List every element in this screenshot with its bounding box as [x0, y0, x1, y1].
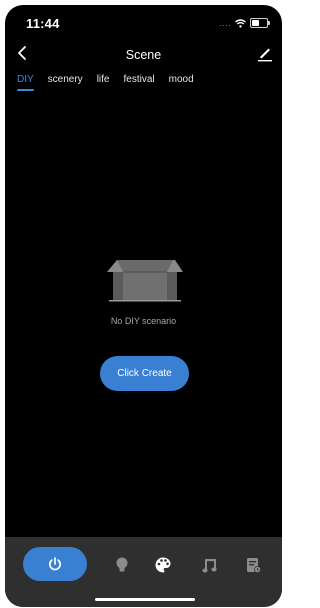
power-button[interactable] — [23, 547, 87, 581]
tab-festival[interactable]: festival — [123, 74, 154, 91]
bottom-nav-bar — [5, 537, 282, 607]
signal-icon: .... — [218, 17, 231, 28]
scene-tabs: DIY scenery life festival mood — [17, 74, 194, 91]
page-title: Scene — [125, 48, 162, 62]
power-icon — [49, 557, 61, 571]
palette-icon[interactable] — [153, 555, 173, 575]
home-indicator — [95, 598, 195, 601]
back-arrow-icon[interactable] — [12, 42, 34, 64]
status-indicators: .... — [218, 17, 270, 28]
bulb-icon[interactable] — [112, 555, 132, 575]
app-screen: 11:44 .... Scene DIY scenery life festiv… — [5, 5, 282, 607]
battery-icon — [250, 18, 270, 28]
top-nav-bar: Scene — [5, 39, 282, 69]
tab-mood[interactable]: mood — [169, 74, 194, 91]
status-bar: 11:44 .... — [5, 5, 282, 39]
tab-scenery[interactable]: scenery — [48, 74, 83, 91]
schedule-icon[interactable] — [243, 555, 263, 575]
edit-icon[interactable] — [254, 42, 276, 64]
music-icon[interactable] — [200, 555, 220, 575]
status-time: 11:44 — [26, 16, 60, 31]
create-scene-button[interactable]: Click Create — [100, 356, 189, 391]
empty-state-message: No DIY scenario — [110, 316, 177, 326]
tab-life[interactable]: life — [97, 74, 110, 91]
empty-box-icon — [107, 260, 183, 302]
tab-diy[interactable]: DIY — [17, 74, 34, 91]
wifi-icon — [235, 18, 246, 28]
